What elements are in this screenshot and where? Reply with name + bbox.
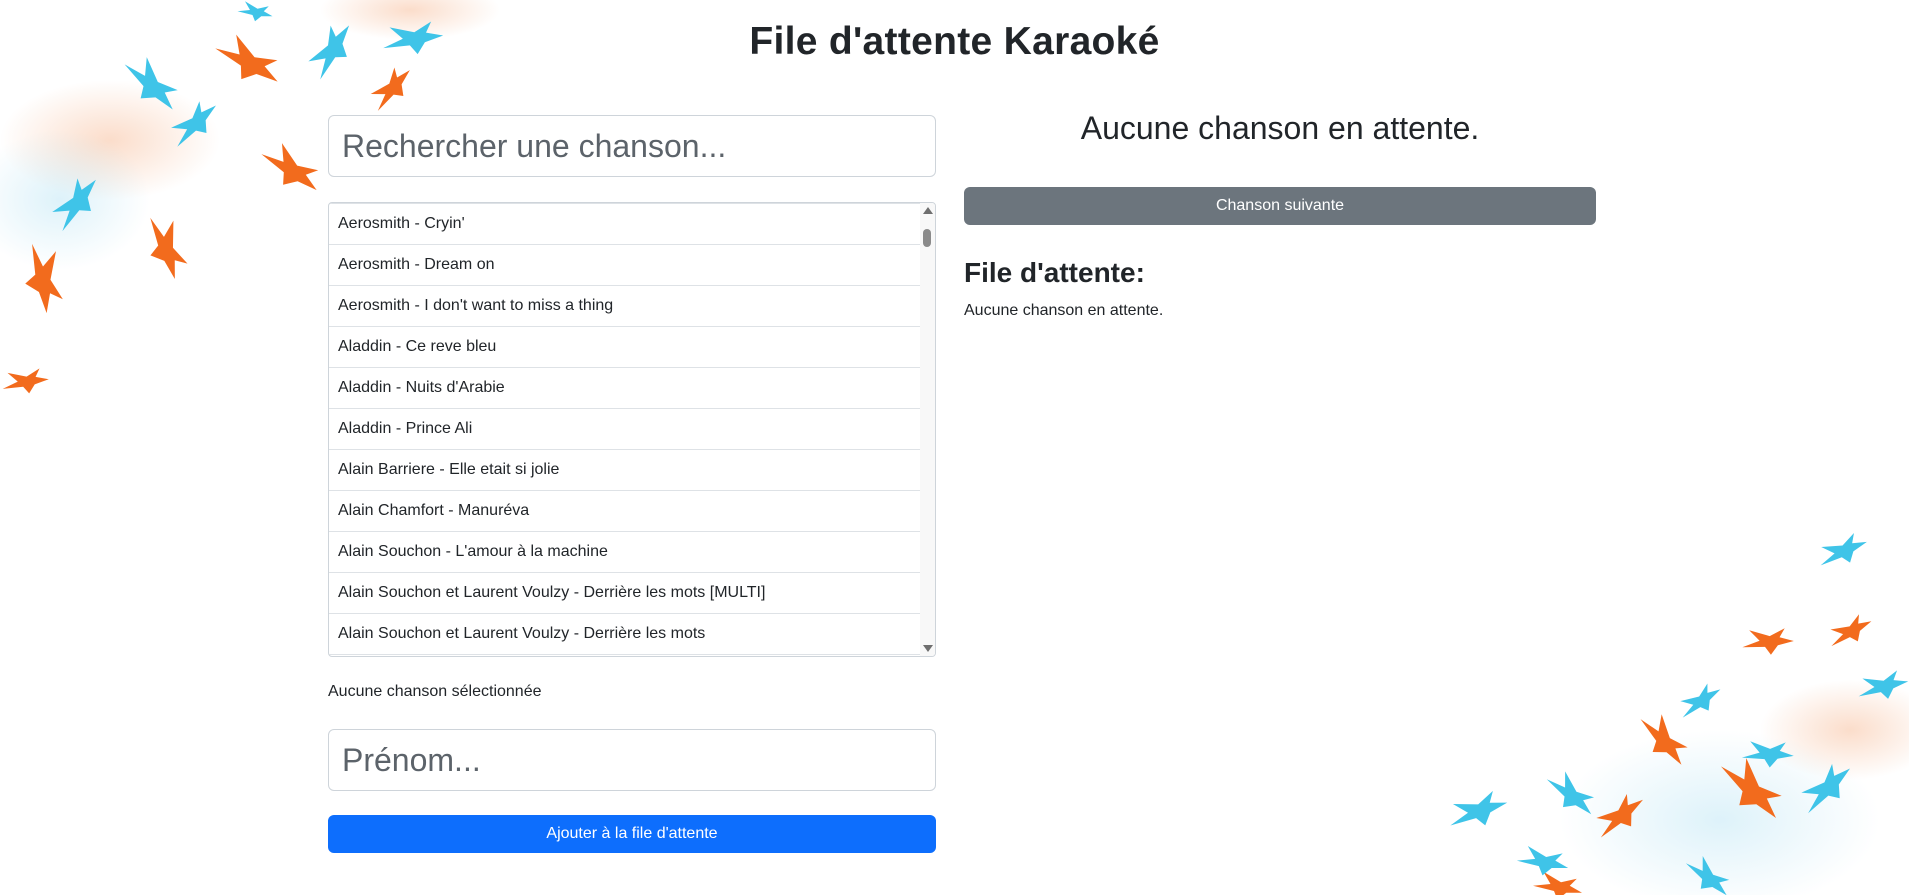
song-list-item[interactable]: Aerosmith - Cryin': [329, 203, 921, 245]
search-input[interactable]: [328, 115, 936, 177]
now-playing-status: Aucune chanson en attente.: [1080, 110, 1480, 146]
watercolor-birds-background: [0, 0, 1909, 895]
song-list-scrollbar[interactable]: [920, 203, 935, 656]
song-list-item[interactable]: Aerosmith - Dream on: [329, 245, 921, 286]
add-to-queue-button[interactable]: Ajouter à la file d'attente: [328, 815, 936, 853]
song-list-item[interactable]: Aladdin - Ce reve bleu: [329, 327, 921, 368]
song-list-item[interactable]: Alain Souchon et Laurent Voulzy - Derriè…: [329, 614, 921, 655]
song-list-item[interactable]: Alain Barriere - Elle etait si jolie: [329, 450, 921, 491]
page-title: File d'attente Karaoké: [749, 20, 1160, 63]
scroll-up-arrow-icon[interactable]: [923, 207, 933, 214]
song-list-item[interactable]: Aladdin - Nuits d'Arabie: [329, 368, 921, 409]
song-list[interactable]: Aerosmith - Cryin' Aerosmith - Dream on …: [328, 202, 936, 657]
song-list-item[interactable]: Aladdin - Prince Ali: [329, 409, 921, 450]
song-list-item[interactable]: Alain Souchon - L'amour à la machine: [329, 532, 921, 573]
song-list-item[interactable]: Alain Chamfort - Manuréva: [329, 491, 921, 532]
song-list-items: Aerosmith - Cryin' Aerosmith - Dream on …: [329, 203, 921, 655]
selected-song-status: Aucune chanson sélectionnée: [328, 683, 542, 700]
queue-heading: File d'attente:: [964, 257, 1145, 288]
page: File d'attente Karaoké Aerosmith - Cryin…: [0, 0, 1909, 895]
song-list-item[interactable]: Alain Souchon et Laurent Voulzy - Derriè…: [329, 573, 921, 614]
scroll-down-arrow-icon[interactable]: [923, 645, 933, 652]
name-input[interactable]: [328, 729, 936, 791]
scrollbar-thumb[interactable]: [923, 229, 931, 247]
next-song-button[interactable]: Chanson suivante: [964, 187, 1596, 225]
queue-empty-message: Aucune chanson en attente.: [964, 302, 1164, 319]
song-list-item[interactable]: Aerosmith - I don't want to miss a thing: [329, 286, 921, 327]
